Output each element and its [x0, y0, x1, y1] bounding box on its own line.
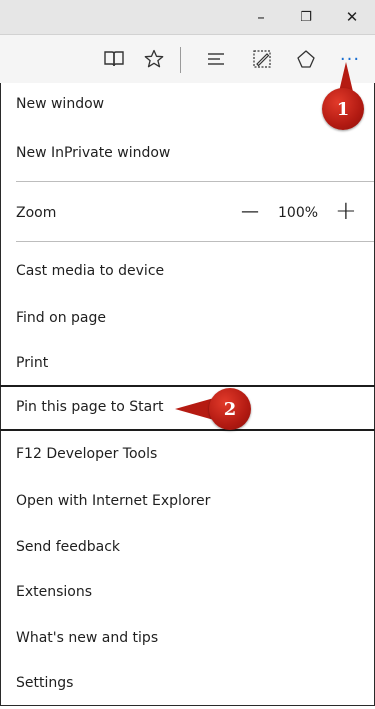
web-note-button[interactable]	[248, 45, 276, 73]
menu-item-new-window[interactable]: New window	[16, 96, 104, 112]
web-note-icon	[253, 50, 271, 68]
window-titlebar: – ❐ ✕	[0, 0, 375, 35]
zoom-level-value: 100%	[278, 205, 319, 221]
menu-item-print[interactable]: Print	[16, 355, 48, 371]
share-button[interactable]	[292, 45, 320, 73]
menu-divider	[16, 241, 374, 242]
menu-divider	[16, 181, 374, 182]
menu-item-open-with-ie[interactable]: Open with Internet Explorer	[16, 493, 210, 509]
menu-item-new-inprivate-window[interactable]: New InPrivate window	[16, 145, 170, 161]
hub-icon	[208, 53, 224, 65]
menu-item-zoom: Zoom	[16, 205, 57, 221]
minimize-button[interactable]: –	[238, 0, 284, 34]
step-2-number: 2	[223, 398, 237, 420]
restore-icon: ❐	[300, 9, 312, 25]
highlight-line-bottom	[0, 429, 375, 431]
zoom-out-button[interactable]: —	[241, 201, 259, 222]
menu-item-whats-new[interactable]: What's new and tips	[16, 630, 158, 646]
menu-item-find-on-page[interactable]: Find on page	[16, 310, 106, 326]
reading-view-button[interactable]	[100, 45, 128, 73]
hub-button[interactable]	[202, 45, 230, 73]
menu-item-send-feedback[interactable]: Send feedback	[16, 539, 120, 555]
menu-item-pin-to-start[interactable]: Pin this page to Start	[16, 399, 163, 415]
close-button[interactable]: ✕	[329, 0, 375, 34]
favorite-star-icon	[144, 49, 164, 68]
step-1-callout: 1	[322, 88, 364, 130]
menu-item-extensions[interactable]: Extensions	[16, 584, 92, 600]
minimize-icon: –	[257, 8, 265, 26]
menu-item-cast-media[interactable]: Cast media to device	[16, 263, 164, 279]
zoom-in-button[interactable]: +	[335, 196, 357, 226]
share-icon	[297, 50, 315, 68]
browser-toolbar: ···	[0, 35, 375, 83]
more-actions-menu: New window New InPrivate window Zoom — 1…	[0, 83, 375, 706]
favorite-button[interactable]	[140, 45, 168, 73]
menu-item-settings[interactable]: Settings	[16, 675, 73, 691]
close-icon: ✕	[345, 8, 359, 26]
reading-view-icon	[104, 51, 124, 67]
highlight-line-top	[0, 385, 375, 387]
menu-item-f12-developer-tools[interactable]: F12 Developer Tools	[16, 446, 157, 462]
step-2-callout: 2	[209, 388, 251, 430]
toolbar-separator	[180, 47, 181, 73]
step-1-number: 1	[336, 98, 350, 120]
restore-button[interactable]: ❐	[283, 0, 329, 34]
